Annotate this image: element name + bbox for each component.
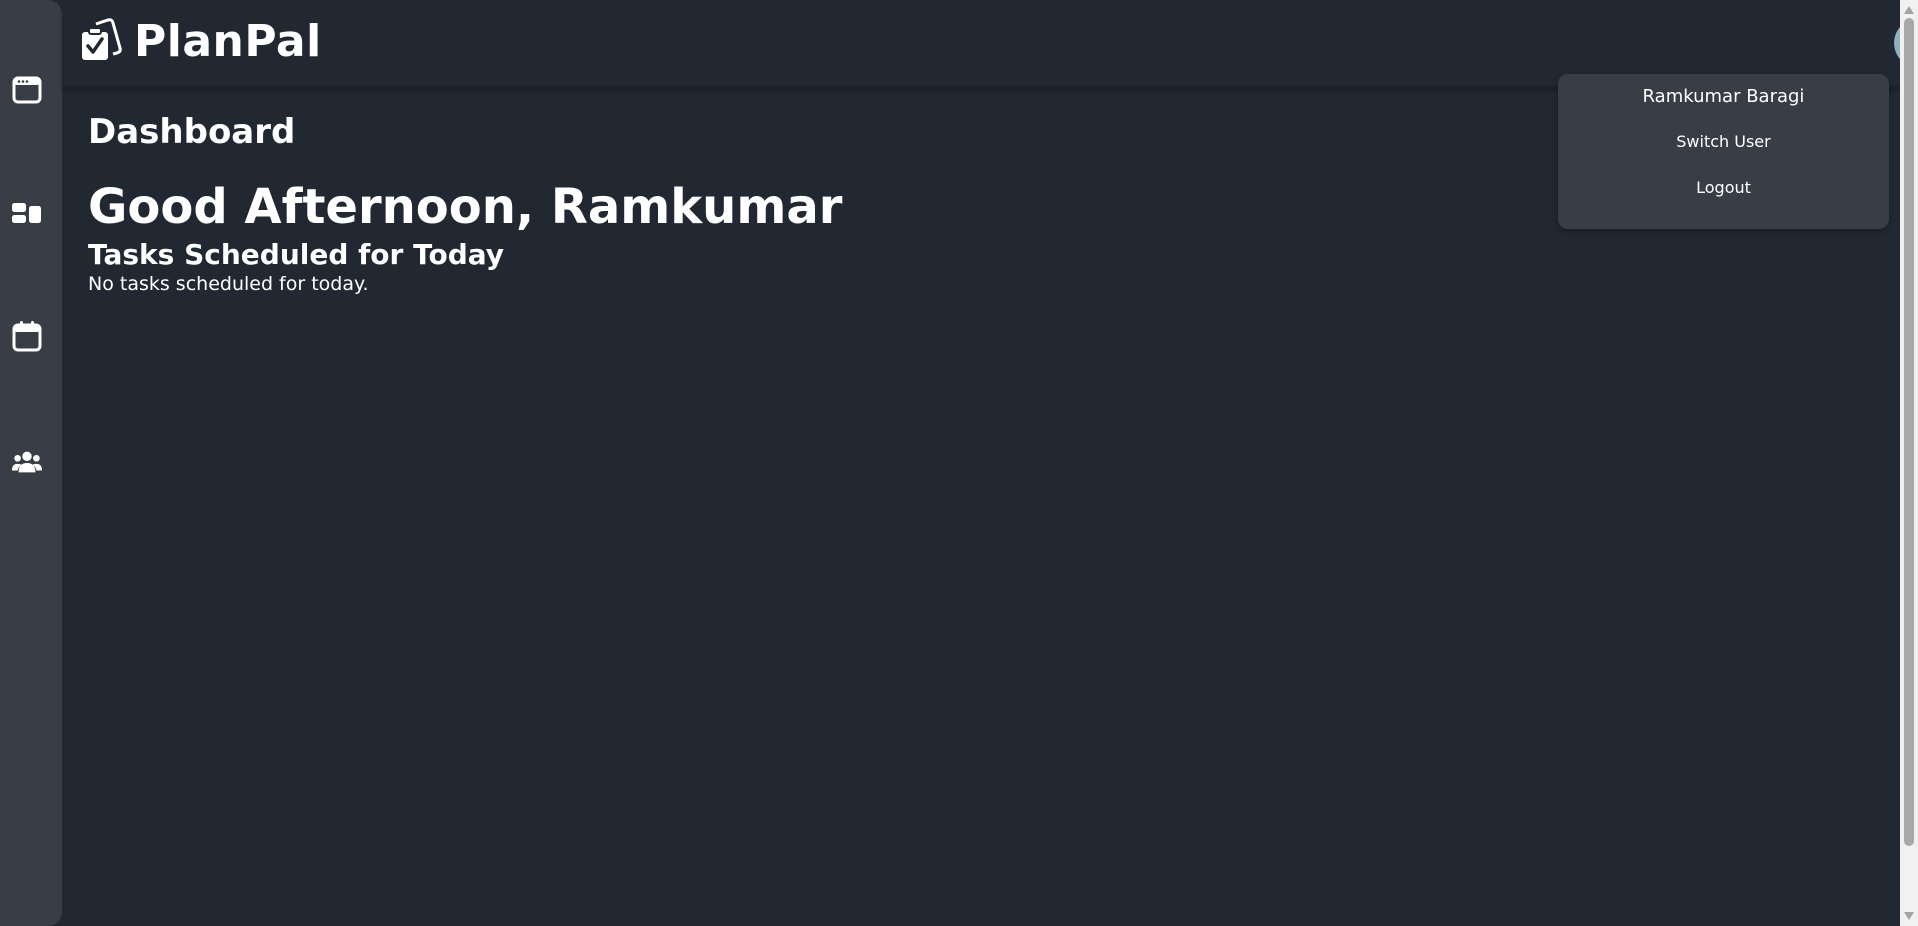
main-content: Dashboard Good Afternoon, Ramkumar Tasks… [88, 110, 842, 296]
scroll-up-icon[interactable] [1904, 6, 1914, 14]
logout-button[interactable]: Logout [1558, 178, 1889, 197]
user-dropdown-menu: Ramkumar Baragi Switch User Logout [1558, 74, 1889, 229]
calendar-icon[interactable] [11, 320, 43, 352]
dashboard-blocks-icon[interactable] [11, 197, 43, 229]
clipboard-check-icon [80, 18, 122, 66]
scroll-down-icon[interactable] [1904, 912, 1914, 920]
scroll-thumb[interactable] [1904, 18, 1914, 846]
tasks-heading: Tasks Scheduled for Today [88, 238, 505, 271]
app-name: PlanPal [134, 16, 322, 67]
tasks-empty-message: No tasks scheduled for today. [88, 273, 369, 295]
vertical-scrollbar[interactable] [1900, 0, 1918, 926]
page-title: Dashboard [88, 112, 296, 152]
browser-window-icon[interactable] [11, 74, 43, 106]
sidebar [0, 0, 62, 926]
users-group-icon[interactable] [11, 446, 43, 478]
dropdown-user-name: Ramkumar Baragi [1642, 86, 1805, 107]
switch-user-button[interactable]: Switch User [1558, 132, 1889, 151]
greeting-heading: Good Afternoon, Ramkumar [88, 179, 843, 235]
app-logo[interactable]: PlanPal [80, 18, 322, 66]
